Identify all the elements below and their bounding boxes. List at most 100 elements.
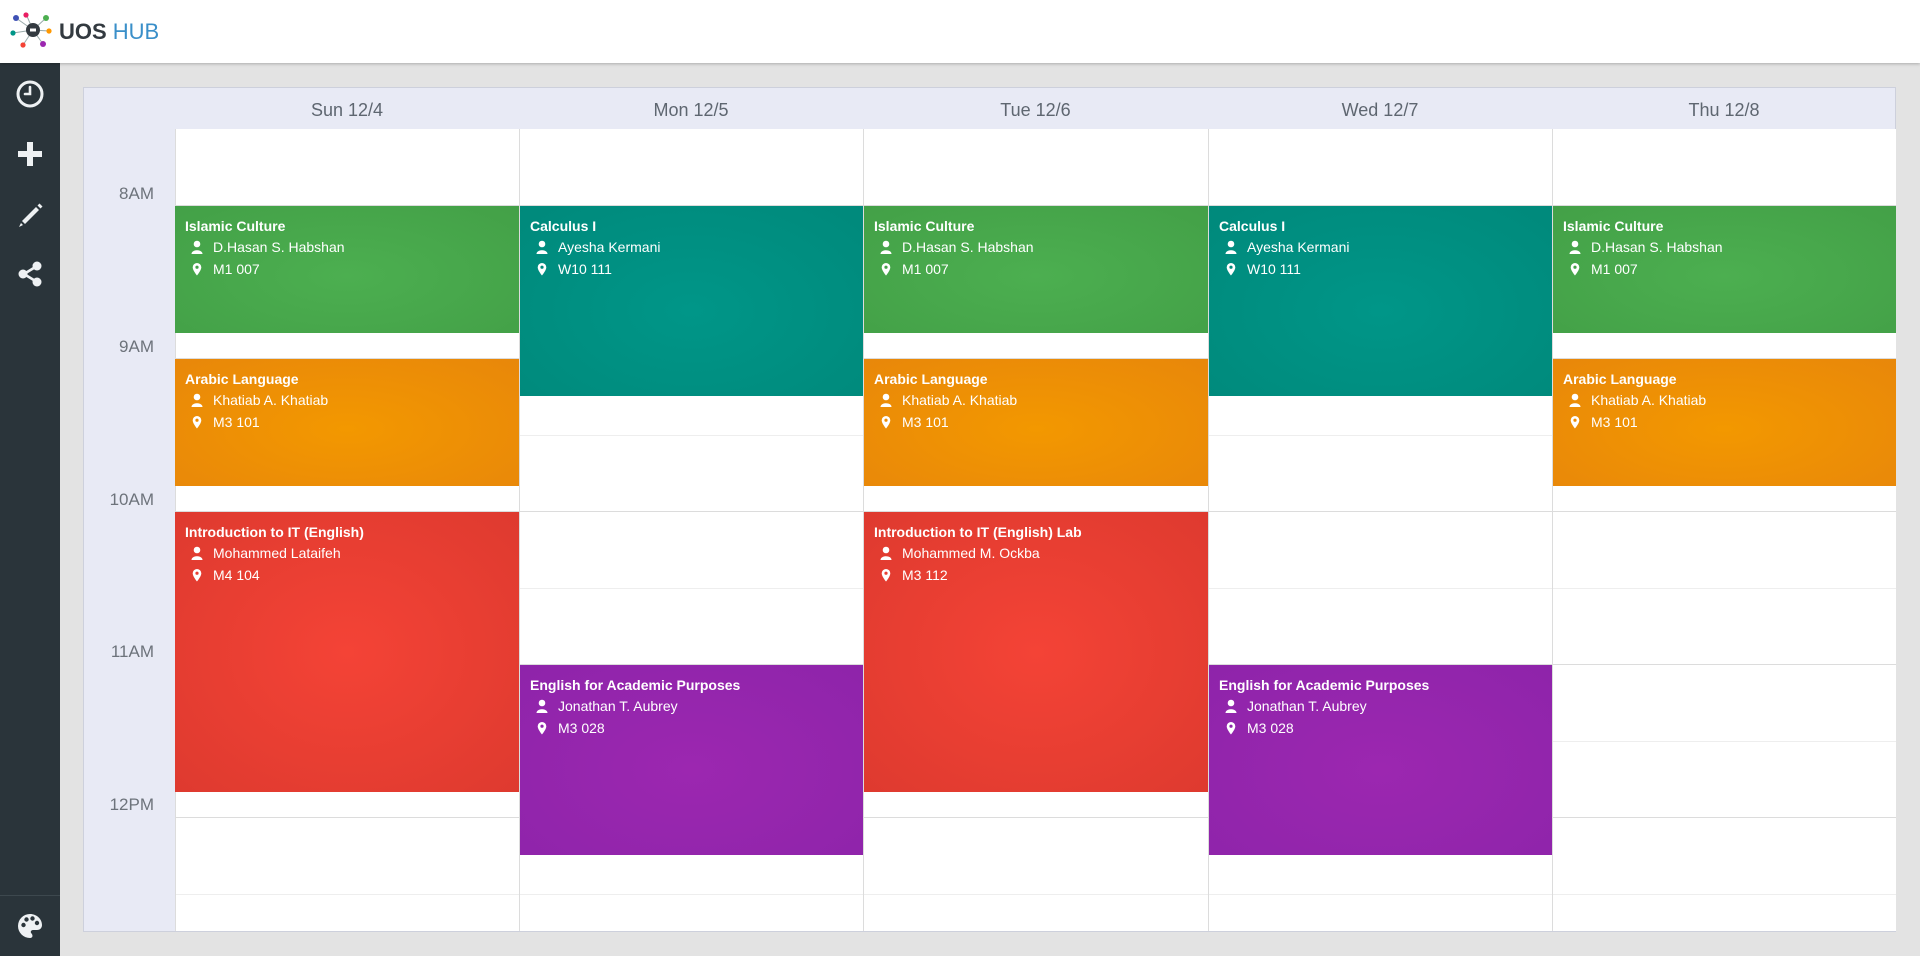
time-label-8am: 8AM <box>119 184 154 203</box>
user-icon <box>191 393 203 407</box>
sidebar-item-recent[interactable] <box>0 66 60 122</box>
time-label-10am: 10AM <box>109 490 154 509</box>
event-english-academic[interactable]: English for Academic Purposes Jonathan T… <box>1209 665 1552 855</box>
event-instructor: Mohammed M. Ockba <box>902 545 1040 561</box>
location-pin-icon <box>1226 722 1236 735</box>
event-instructor: Jonathan T. Aubrey <box>1247 698 1367 714</box>
hour-line <box>175 817 1896 818</box>
event-instructor: D.Hasan S. Habshan <box>902 239 1034 255</box>
event-calculus[interactable]: Calculus I Ayesha Kermani W10 111 <box>1209 206 1552 396</box>
event-islamic-culture[interactable]: Islamic Culture D.Hasan S. Habshan M1 00… <box>864 206 1208 333</box>
event-title: Introduction to IT (English) Lab <box>874 524 1082 540</box>
time-label-9am: 9AM <box>119 337 154 356</box>
location-pin-icon <box>192 416 202 429</box>
calendar-grid[interactable]: Islamic Culture D.Hasan S. Habshan M1 00… <box>175 129 1896 931</box>
event-calculus[interactable]: Calculus I Ayesha Kermani W10 111 <box>520 206 863 396</box>
clock-icon <box>16 80 44 108</box>
event-room: M1 007 <box>902 261 949 277</box>
event-room: W10 111 <box>1247 261 1301 277</box>
sidebar-item-add[interactable] <box>0 126 60 182</box>
location-pin-icon <box>881 416 891 429</box>
day-header-thu[interactable]: Thu 12/8 <box>1552 88 1896 129</box>
event-intro-to-it-lab[interactable]: Introduction to IT (English) Lab Mohamme… <box>864 512 1208 792</box>
event-instructor: Mohammed Lataifeh <box>213 545 341 561</box>
event-room: M3 112 <box>902 567 948 583</box>
event-title: Arabic Language <box>874 371 988 387</box>
app-title[interactable]: UOS HUB <box>59 19 159 45</box>
location-pin-icon <box>192 569 202 582</box>
sidebar <box>0 63 60 956</box>
event-room: M3 101 <box>1591 414 1638 430</box>
event-title: Arabic Language <box>185 371 299 387</box>
user-icon <box>880 546 892 560</box>
sidebar-item-theme[interactable] <box>0 898 60 954</box>
location-pin-icon <box>1570 416 1580 429</box>
event-title: English for Academic Purposes <box>530 677 741 693</box>
location-pin-icon <box>1570 263 1580 276</box>
location-pin-icon <box>881 569 891 582</box>
event-room: M1 007 <box>1591 261 1638 277</box>
event-instructor: D.Hasan S. Habshan <box>1591 239 1723 255</box>
top-header: UOS HUB <box>0 0 1920 63</box>
user-icon <box>191 546 203 560</box>
location-pin-icon <box>881 263 891 276</box>
half-hour-line <box>175 894 1896 895</box>
time-label-12pm: 12PM <box>109 795 154 814</box>
sidebar-divider <box>0 895 60 896</box>
plus-icon <box>18 142 42 166</box>
pencil-icon <box>19 203 43 227</box>
time-label-11am: 11AM <box>110 642 154 661</box>
event-instructor: D.Hasan S. Habshan <box>213 239 345 255</box>
uos-hub-logo-icon[interactable] <box>10 12 52 48</box>
user-icon <box>191 240 203 254</box>
event-room: M1 007 <box>213 261 260 277</box>
event-instructor: Khatiab A. Khatiab <box>213 392 329 408</box>
event-islamic-culture[interactable]: Islamic Culture D.Hasan S. Habshan M1 00… <box>1553 206 1896 333</box>
location-pin-icon <box>537 263 547 276</box>
event-title: Arabic Language <box>1563 371 1677 387</box>
user-icon <box>1225 240 1237 254</box>
event-instructor: Khatiab A. Khatiab <box>902 392 1018 408</box>
location-pin-icon <box>192 263 202 276</box>
event-english-academic[interactable]: English for Academic Purposes Jonathan T… <box>520 665 863 855</box>
event-title: English for Academic Purposes <box>1219 677 1430 693</box>
week-calendar: Sun 12/4 Mon 12/5 Tue 12/6 Wed 12/7 Thu … <box>83 87 1896 932</box>
event-islamic-culture[interactable]: Islamic Culture D.Hasan S. Habshan M1 00… <box>175 206 519 333</box>
event-room: M3 101 <box>213 414 260 430</box>
event-title: Islamic Culture <box>185 218 286 234</box>
user-icon <box>536 699 548 713</box>
user-icon <box>880 393 892 407</box>
user-icon <box>536 240 548 254</box>
day-header-mon[interactable]: Mon 12/5 <box>519 88 863 129</box>
location-pin-icon <box>1226 263 1236 276</box>
brand-secondary: HUB <box>112 19 160 44</box>
day-header-wed[interactable]: Wed 12/7 <box>1208 88 1552 129</box>
event-room: M3 101 <box>902 414 949 430</box>
user-icon <box>1569 240 1581 254</box>
day-header-tue[interactable]: Tue 12/6 <box>863 88 1208 129</box>
event-intro-to-it[interactable]: Introduction to IT (English) Mohammed La… <box>175 512 519 792</box>
event-arabic-language[interactable]: Arabic Language Khatiab A. Khatiab M3 10… <box>864 359 1208 486</box>
day-header-sun[interactable]: Sun 12/4 <box>175 88 519 129</box>
event-instructor: Ayesha Kermani <box>1247 239 1350 255</box>
event-title: Islamic Culture <box>874 218 975 234</box>
location-pin-icon <box>537 722 547 735</box>
share-icon <box>18 261 42 287</box>
event-title: Calculus I <box>1219 218 1286 234</box>
event-instructor: Ayesha Kermani <box>558 239 661 255</box>
event-title: Calculus I <box>530 218 597 234</box>
palette-icon <box>18 914 42 938</box>
event-room: W10 111 <box>558 261 612 277</box>
sidebar-item-share[interactable] <box>0 246 60 302</box>
sidebar-item-edit[interactable] <box>0 186 60 242</box>
event-arabic-language[interactable]: Arabic Language Khatiab A. Khatiab M3 10… <box>1553 359 1896 486</box>
brand-primary: UOS <box>59 19 107 44</box>
event-room: M4 104 <box>213 567 260 583</box>
event-room: M3 028 <box>1247 720 1294 736</box>
event-room: M3 028 <box>558 720 605 736</box>
event-title: Introduction to IT (English) <box>185 524 364 540</box>
user-icon <box>1225 699 1237 713</box>
user-icon <box>1569 393 1581 407</box>
event-arabic-language[interactable]: Arabic Language Khatiab A. Khatiab M3 10… <box>175 359 519 486</box>
user-icon <box>880 240 892 254</box>
